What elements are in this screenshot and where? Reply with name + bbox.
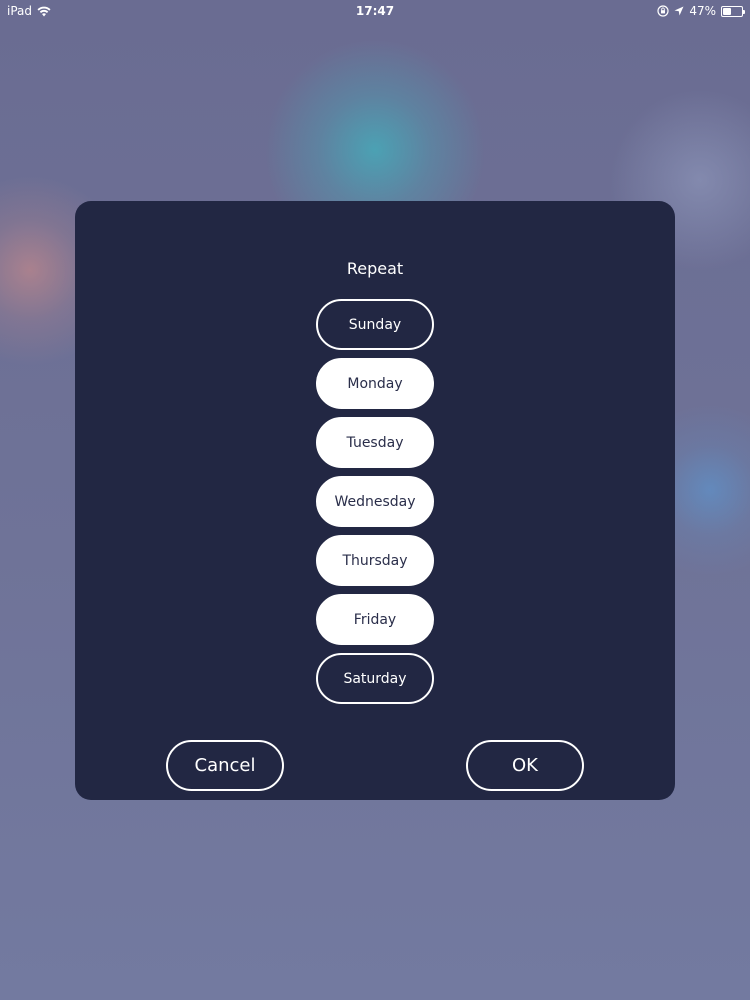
- repeat-dialog: Repeat Sunday Monday Tuesday Wednesday T…: [75, 201, 675, 800]
- ok-button[interactable]: OK: [466, 740, 584, 791]
- day-toggle-friday[interactable]: Friday: [316, 594, 434, 645]
- day-toggle-wednesday[interactable]: Wednesday: [316, 476, 434, 527]
- day-toggle-monday[interactable]: Monday: [316, 358, 434, 409]
- battery-fill: [723, 7, 731, 15]
- day-toggle-sunday[interactable]: Sunday: [316, 299, 434, 350]
- battery-icon: [721, 5, 745, 17]
- lock-rotation-icon: [657, 5, 669, 17]
- day-toggle-saturday[interactable]: Saturday: [316, 653, 434, 704]
- day-toggle-thursday[interactable]: Thursday: [316, 535, 434, 586]
- status-right: 47%: [657, 4, 745, 18]
- battery-percent: 47%: [689, 4, 716, 18]
- day-list: Sunday Monday Tuesday Wednesday Thursday…: [316, 299, 434, 712]
- cancel-button[interactable]: Cancel: [166, 740, 284, 791]
- status-time: 17:47: [355, 4, 395, 18]
- status-bar: iPad 17:47 47%: [0, 0, 750, 22]
- dialog-title: Repeat: [346, 259, 404, 278]
- day-toggle-tuesday[interactable]: Tuesday: [316, 417, 434, 468]
- location-arrow-icon: [674, 6, 684, 16]
